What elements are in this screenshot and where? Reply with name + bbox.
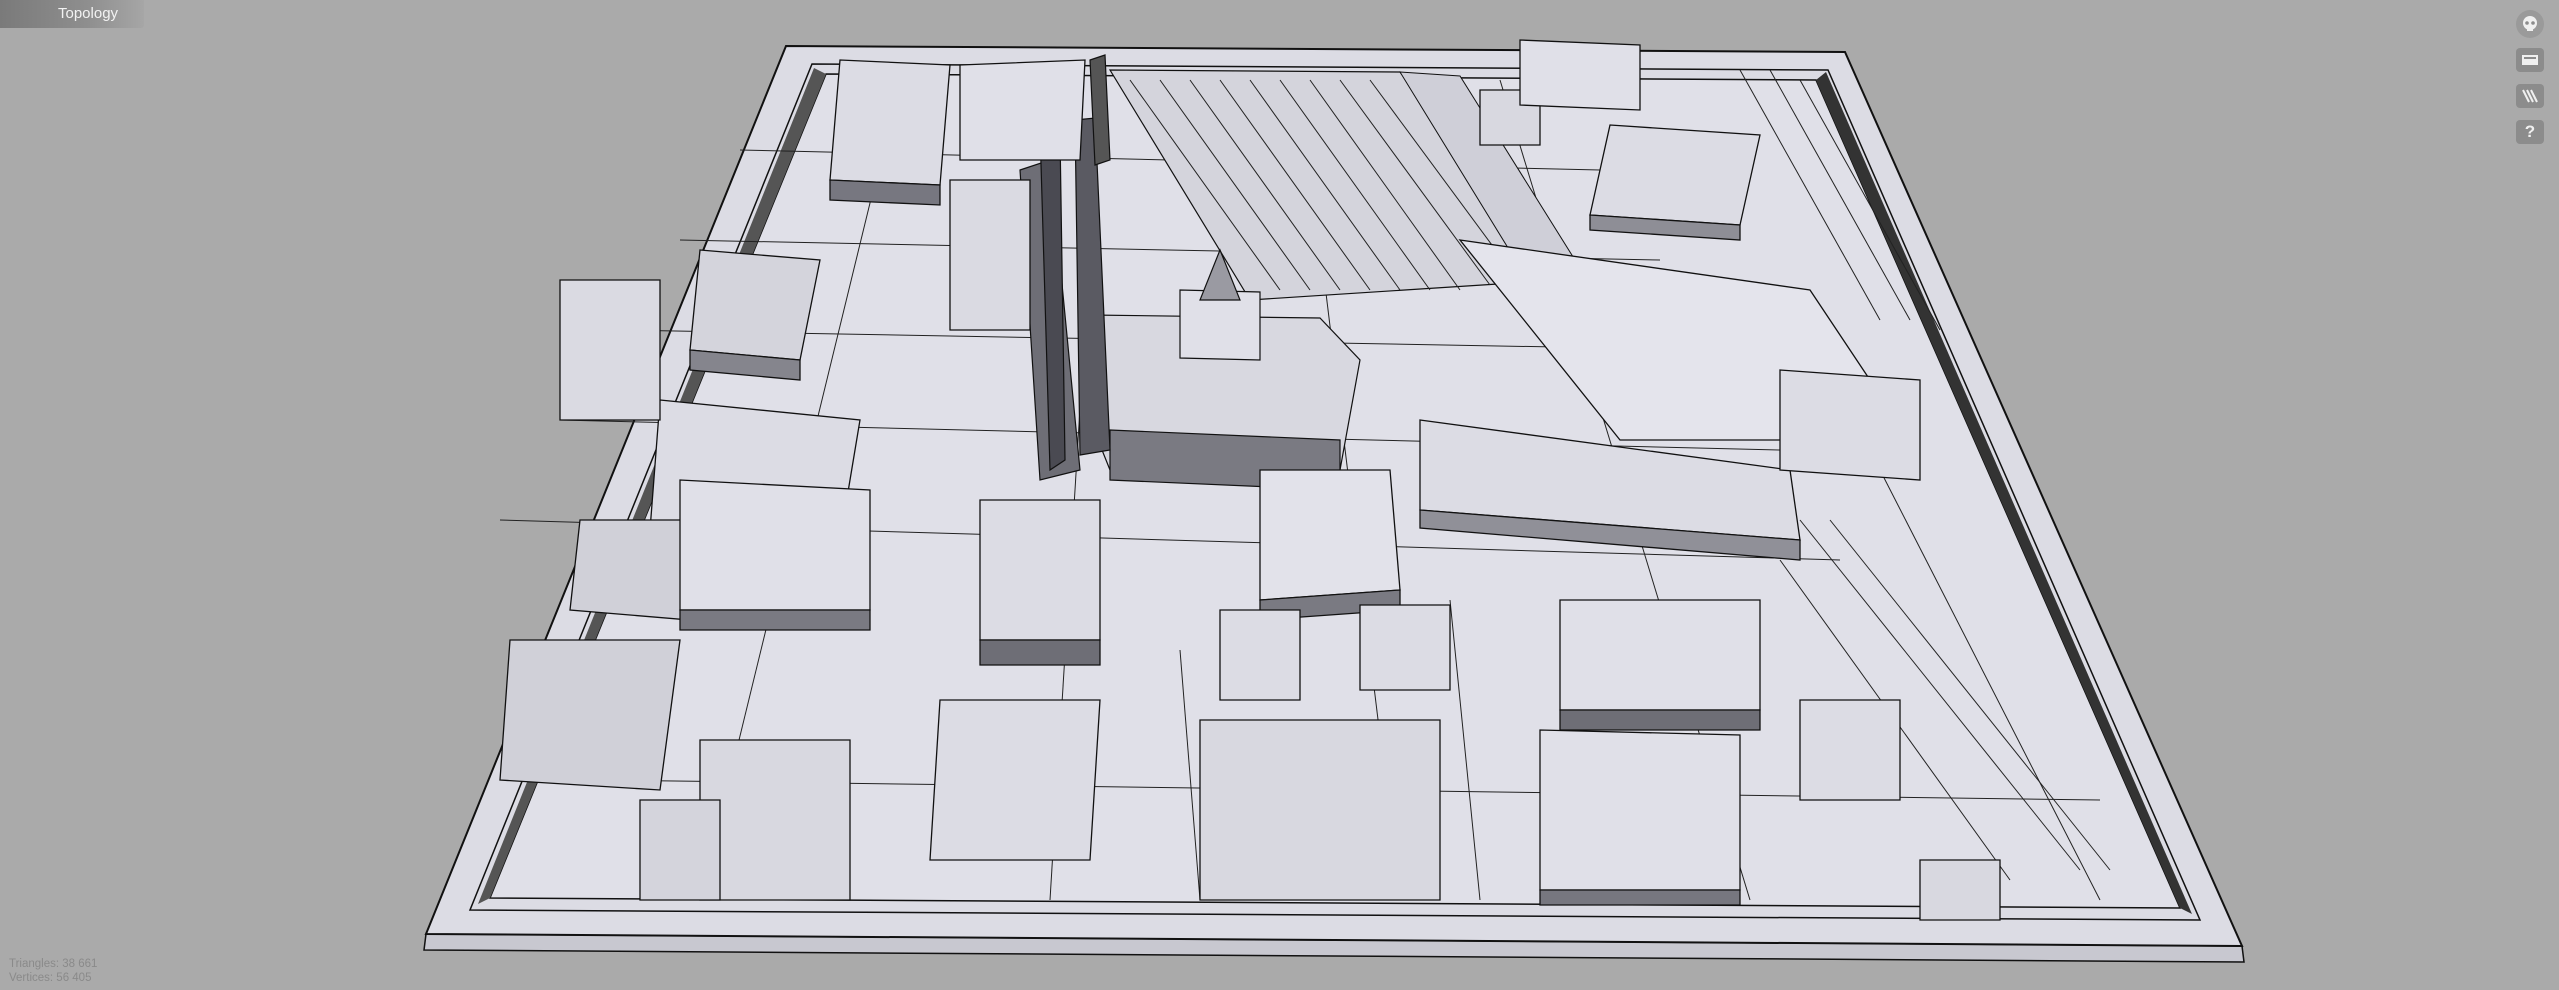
- wireframe-icon: [2521, 88, 2539, 104]
- triangles-count: Triangles: 38 661: [9, 958, 98, 970]
- vertices-count: Vertices: 56 405: [9, 972, 92, 984]
- question-icon: ?: [2524, 122, 2536, 141]
- eye-icon: [2520, 14, 2540, 34]
- city-model-scene[interactable]: [0, 0, 2559, 990]
- 3d-viewport[interactable]: Topology ? Triangles: 38 661 Vertices: 5…: [0, 0, 2559, 990]
- view-mode-button[interactable]: [2516, 10, 2544, 38]
- layer-button[interactable]: [2516, 48, 2544, 72]
- help-button[interactable]: ?: [2516, 120, 2544, 144]
- wireframe-button[interactable]: [2516, 84, 2544, 108]
- view-mode-label: Topology: [0, 0, 144, 28]
- render-stats: Triangles: 38 661 Vertices: 56 405: [9, 957, 97, 985]
- layer-icon: [2521, 53, 2539, 67]
